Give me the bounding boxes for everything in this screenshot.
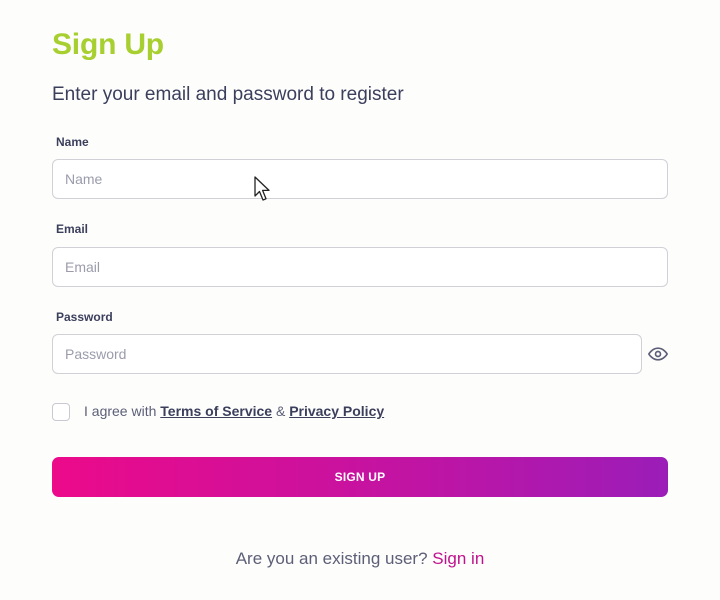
page-subtitle: Enter your email and password to registe… <box>52 84 404 105</box>
password-label: Password <box>56 310 113 324</box>
agree-checkbox[interactable] <box>52 403 70 421</box>
name-label: Name <box>56 135 89 149</box>
footer: Are you an existing user? Sign in <box>0 549 720 569</box>
agreement-text: I agree with Terms of Service & Privacy … <box>84 403 384 419</box>
email-input[interactable] <box>52 247 668 287</box>
agreement-separator: & <box>275 403 286 419</box>
privacy-policy-link[interactable]: Privacy Policy <box>289 403 384 419</box>
sign-up-button[interactable]: SIGN UP <box>52 457 668 497</box>
agreement-prefix: I agree with <box>84 403 157 419</box>
email-label: Email <box>56 222 89 236</box>
page-title: Sign Up <box>52 28 164 61</box>
sign-in-link[interactable]: Sign in <box>432 549 484 568</box>
password-input[interactable] <box>52 334 642 374</box>
sign-up-page: Sign Up Enter your email and password to… <box>0 0 720 600</box>
eye-icon[interactable] <box>648 344 668 364</box>
existing-user-prompt: Are you an existing user? <box>235 549 428 568</box>
terms-of-service-link[interactable]: Terms of Service <box>160 403 272 419</box>
name-input[interactable] <box>52 159 668 199</box>
